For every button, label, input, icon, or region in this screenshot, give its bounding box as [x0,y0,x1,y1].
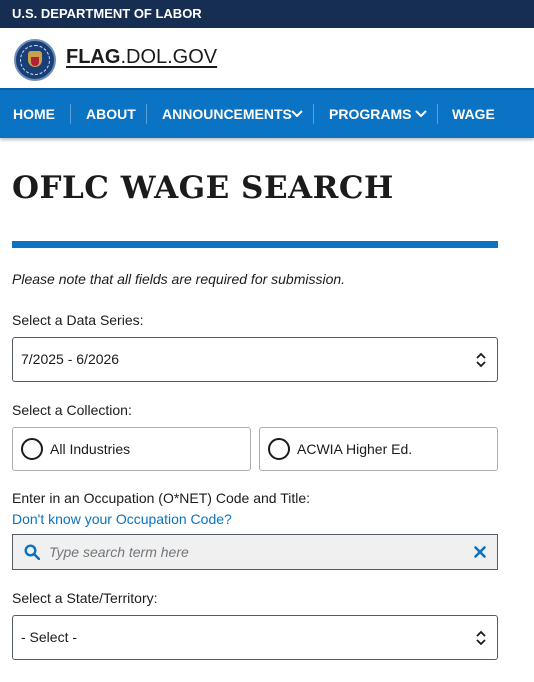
updown-arrows-icon [476,352,486,368]
close-icon[interactable] [474,546,486,558]
nav-item-label: ANNOUNCEMENTS [162,106,292,122]
updown-arrows-icon [476,630,486,646]
chevron-down-icon[interactable] [414,108,428,120]
collection-option-acwia[interactable]: ACWIA Higher Ed. [259,427,498,471]
nav-item-programs[interactable]: PROGRAMS [329,90,411,138]
nav-item-label: PROGRAMS [329,106,412,122]
state-label: Select a State/Territory: [12,590,158,606]
nav-item-home[interactable]: HOME [13,90,55,138]
radio-label: All Industries [50,441,131,457]
site-title-link[interactable]: FLAG.DOL.GOV [66,46,217,69]
nav-item-label: WAGE DATA [452,106,495,170]
occupation-help-link[interactable]: Don't know your Occupation Code? [12,511,232,527]
site-header: FLAG.DOL.GOV [0,28,534,88]
nav-divider [146,104,147,124]
occupation-label: Enter in an Occupation (O*NET) Code and … [12,490,311,506]
title-divider [12,241,498,248]
site-title-rest: .DOL.GOV [120,46,218,68]
main-nav: HOME ABOUT ANNOUNCEMENTS PROGRAMS WAGE D… [0,88,534,170]
collection-option-all-industries[interactable]: All Industries [12,427,251,471]
occupation-search-input[interactable] [49,541,469,563]
nav-item-announcements[interactable]: ANNOUNCEMENTS [162,90,292,138]
gov-banner-text: U.S. DEPARTMENT OF LABOR [12,6,202,21]
nav-item-label: HOME [13,106,55,122]
state-value: - Select - [21,629,78,645]
occupation-search [12,534,498,570]
nav-item-wage-data[interactable]: WAGE DATA [452,90,534,170]
nav-divider [70,104,71,124]
chevron-down-icon[interactable] [290,108,304,120]
search-icon [24,544,40,560]
gov-banner: U.S. DEPARTMENT OF LABOR [0,0,534,28]
radio-label: ACWIA Higher Ed. [297,441,413,457]
nav-item-about[interactable]: ABOUT [86,90,136,138]
data-series-value: 7/2025 - 6/2026 [21,351,120,367]
state-select[interactable]: - Select - [12,615,498,660]
dol-seal-icon[interactable] [14,39,56,81]
radio-button[interactable] [268,438,290,460]
nav-divider [313,104,314,124]
page-title: OFLC WAGE SEARCH [12,170,394,206]
nav-divider [437,104,438,124]
required-fields-note: Please note that all fields are required… [12,271,346,287]
data-series-select[interactable]: 7/2025 - 6/2026 [12,337,498,382]
site-title-bold: FLAG [66,46,121,68]
nav-item-label: ABOUT [86,106,136,122]
collection-label: Select a Collection: [12,402,132,418]
radio-button[interactable] [21,438,43,460]
data-series-label: Select a Data Series: [12,312,144,328]
